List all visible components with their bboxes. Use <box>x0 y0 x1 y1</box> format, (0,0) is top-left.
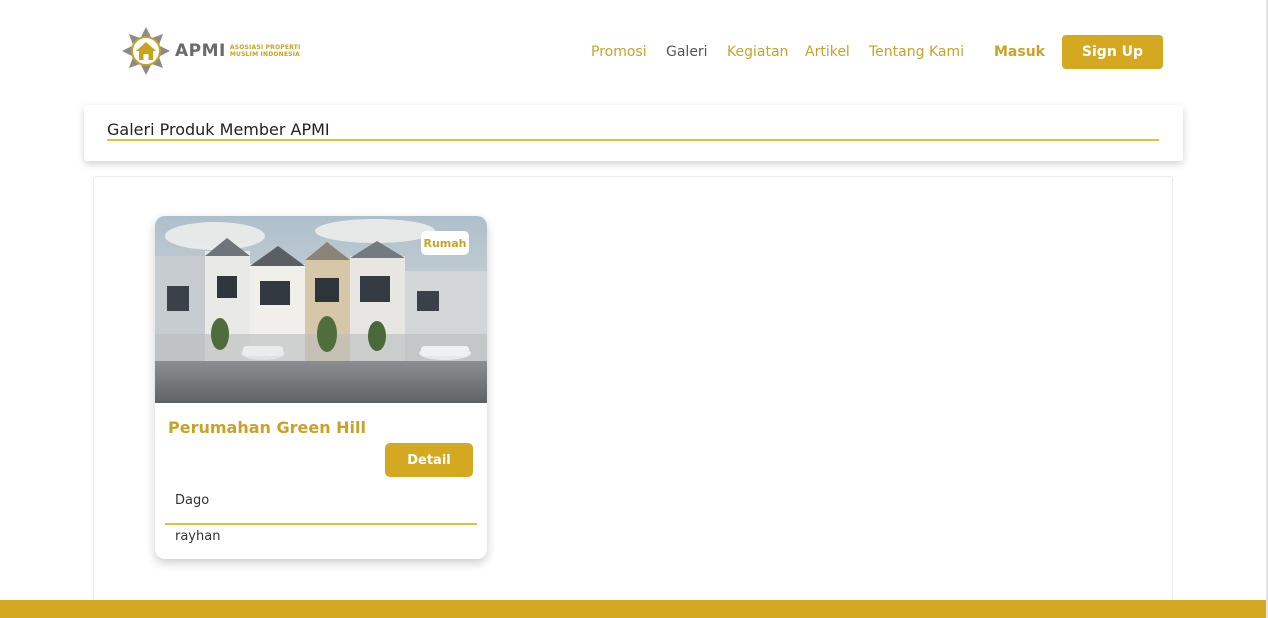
login-link[interactable]: Masuk <box>994 44 1045 60</box>
category-badge: Rumah <box>421 231 469 255</box>
product-title[interactable]: Perumahan Green Hill <box>168 418 366 437</box>
product-location: Dago <box>175 493 210 508</box>
nav-kegiatan[interactable]: Kegiatan <box>727 44 788 60</box>
page-title-card: Galeri Produk Member APMI <box>84 105 1183 161</box>
page-title: Galeri Produk Member APMI <box>107 120 330 139</box>
nav-artikel[interactable]: Artikel <box>805 44 850 60</box>
nav-promosi[interactable]: Promosi <box>591 44 647 60</box>
detail-button[interactable]: Detail <box>385 443 473 477</box>
product-member: rayhan <box>175 529 221 544</box>
footer-bar <box>0 600 1268 618</box>
card-divider <box>165 523 477 525</box>
title-underline <box>107 139 1159 141</box>
nav-galeri[interactable]: Galeri <box>666 44 708 60</box>
nav-tentang-kami[interactable]: Tentang Kami <box>869 44 964 60</box>
sign-up-button[interactable]: Sign Up <box>1062 35 1163 69</box>
product-card[interactable]: Rumah Perumahan Green Hill Detail Dago r… <box>155 216 487 559</box>
header: APMI ASOSIASI PROPERTI MUSLIM INDONESIA … <box>0 0 1268 100</box>
